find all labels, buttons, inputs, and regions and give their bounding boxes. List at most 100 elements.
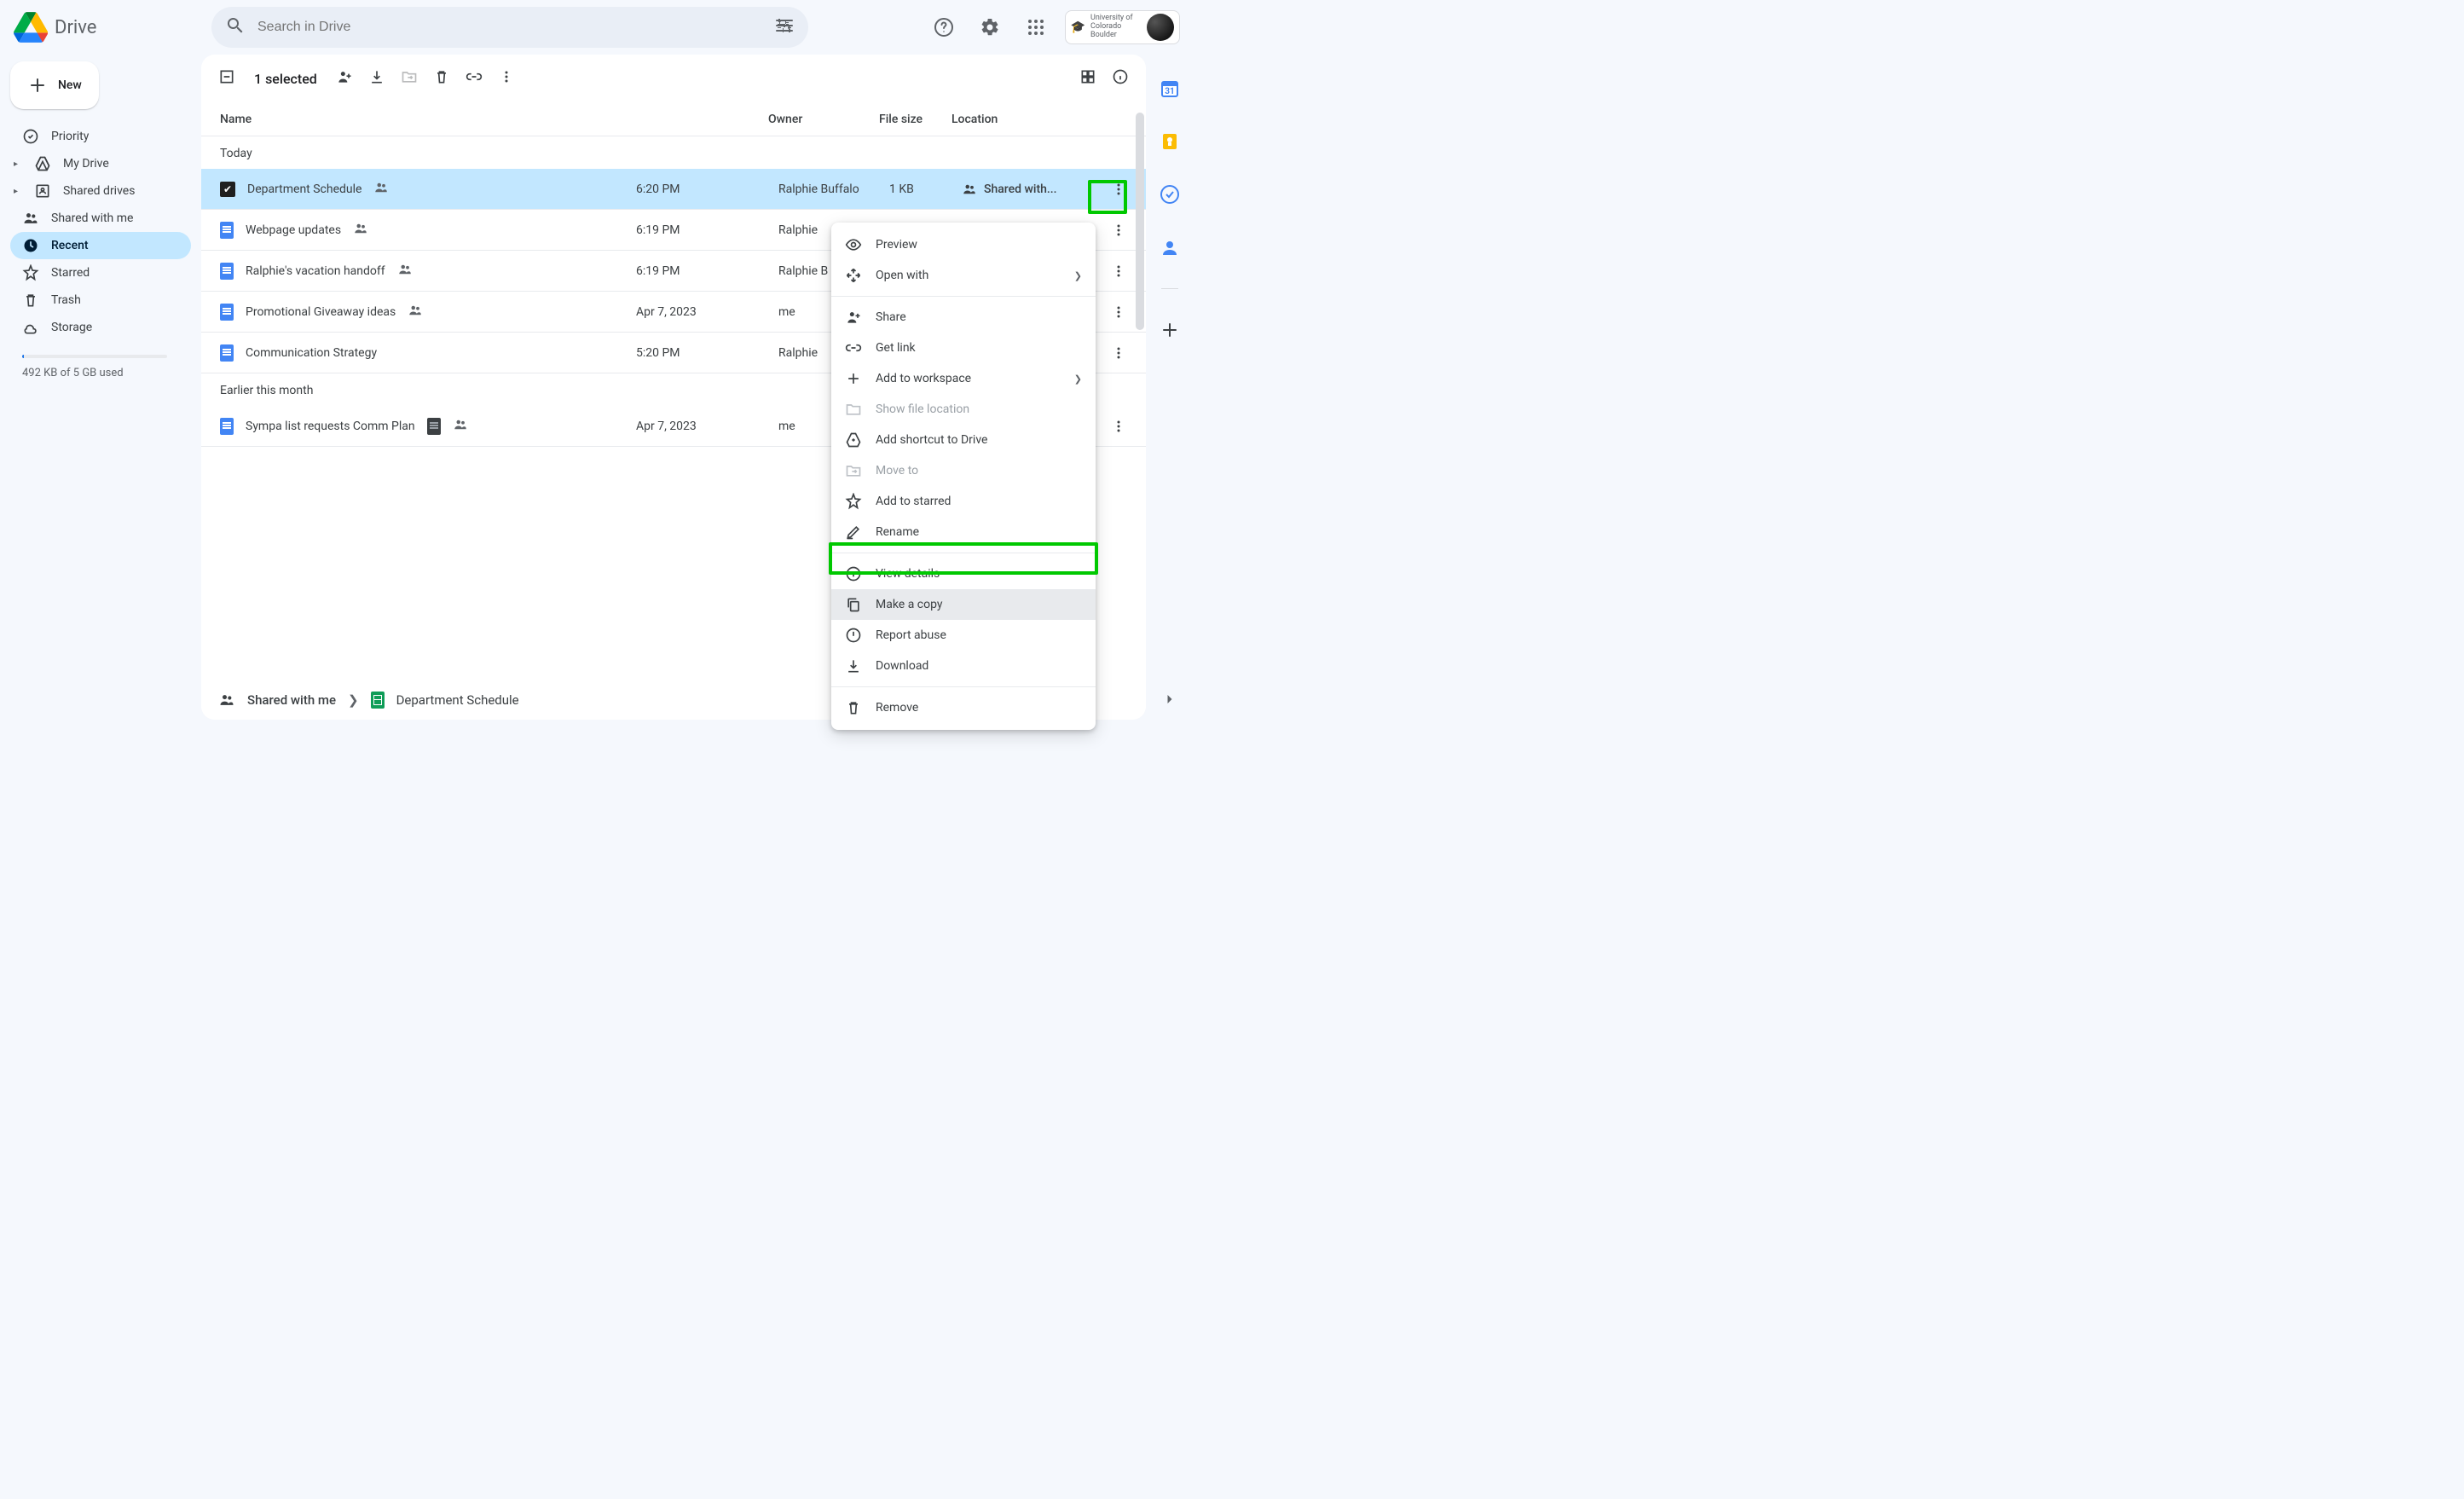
- nav-storage[interactable]: Storage: [10, 314, 191, 341]
- nav-label: Priority: [51, 130, 89, 143]
- cm-label: Add to starred: [876, 495, 951, 508]
- storage-text: 492 KB of 5 GB used: [22, 367, 191, 379]
- file-name: Department Schedule: [247, 182, 362, 196]
- caret-icon: ▸: [14, 187, 22, 196]
- col-name[interactable]: Name: [220, 113, 768, 126]
- nav-label: Shared drives: [63, 184, 135, 198]
- cm-add-shortcut[interactable]: Add shortcut to Drive: [831, 425, 1096, 455]
- row-more-button[interactable]: [1103, 411, 1134, 442]
- row-more-button[interactable]: [1103, 256, 1134, 286]
- account-avatar[interactable]: [1147, 14, 1174, 41]
- deselect-icon[interactable]: [218, 68, 235, 89]
- person-add-icon: [845, 309, 862, 326]
- new-button[interactable]: New: [10, 61, 99, 109]
- cm-download[interactable]: Download: [831, 651, 1096, 681]
- calendar-app-icon[interactable]: 31: [1153, 72, 1187, 106]
- row-more-button[interactable]: [1103, 174, 1134, 205]
- nav-my-drive[interactable]: ▸ My Drive: [10, 150, 191, 177]
- scrollbar-thumb[interactable]: [1136, 113, 1144, 330]
- contacts-app-icon[interactable]: [1153, 230, 1187, 264]
- link-icon[interactable]: [466, 68, 483, 89]
- nav-trash[interactable]: Trash: [10, 286, 191, 314]
- search-bar[interactable]: [211, 7, 808, 48]
- report-icon: [845, 627, 862, 644]
- file-modified-time: 5:20 PM: [636, 346, 680, 360]
- settings-gear-icon[interactable]: [973, 10, 1007, 44]
- col-location[interactable]: Location: [951, 113, 1088, 126]
- cm-move-to: Move to: [831, 455, 1096, 486]
- selection-toolbar: 1 selected: [201, 55, 1146, 102]
- share-person-icon[interactable]: [336, 68, 353, 89]
- shared-icon: [218, 692, 235, 709]
- cm-label: Get link: [876, 341, 916, 355]
- nav-shared-with-me[interactable]: Shared with me: [10, 205, 191, 232]
- move-icon[interactable]: [401, 68, 418, 89]
- svg-text:31: 31: [1165, 87, 1174, 96]
- row-more-button[interactable]: [1103, 215, 1134, 246]
- nav-shared-drives[interactable]: ▸ Shared drives: [10, 177, 191, 205]
- nav-priority[interactable]: Priority: [10, 123, 191, 150]
- side-panel: 31: [1146, 55, 1194, 726]
- chevron-right-icon: ❯: [348, 692, 359, 708]
- shared-icon: [408, 303, 423, 321]
- shared-icon: [453, 417, 468, 436]
- row-more-button[interactable]: [1103, 338, 1134, 368]
- nav-recent[interactable]: Recent: [10, 232, 191, 259]
- move-icon: [845, 462, 862, 479]
- keep-app-icon[interactable]: [1153, 124, 1187, 159]
- logo-area: Drive: [14, 12, 201, 43]
- new-button-label: New: [58, 78, 82, 92]
- cm-make-copy[interactable]: Make a copy: [831, 589, 1096, 620]
- app-name: Drive: [55, 17, 96, 38]
- apps-grid-icon[interactable]: [1019, 10, 1053, 44]
- file-name: Webpage updates: [246, 223, 341, 237]
- nav-label: Trash: [51, 293, 81, 307]
- help-icon[interactable]: [927, 10, 961, 44]
- cm-rename[interactable]: Rename: [831, 517, 1096, 547]
- cm-add-workspace[interactable]: Add to workspace❯: [831, 363, 1096, 394]
- cm-open-with[interactable]: Open with❯: [831, 260, 1096, 291]
- view-grid-icon[interactable]: [1079, 68, 1096, 89]
- add-app-icon[interactable]: [1153, 313, 1187, 347]
- cm-share[interactable]: Share: [831, 302, 1096, 333]
- file-modified-time: 6:20 PM: [636, 182, 680, 196]
- folder-icon: [845, 401, 862, 418]
- org-badge[interactable]: 🎓 University of Colorado Boulder: [1065, 10, 1180, 44]
- file-modified-time: 6:19 PM: [636, 223, 680, 237]
- cm-preview[interactable]: Preview: [831, 229, 1096, 260]
- shortcut-icon: [845, 431, 862, 449]
- cm-label: Show file location: [876, 402, 969, 416]
- download-icon[interactable]: [368, 68, 385, 89]
- file-row-selected[interactable]: ✔ Department Schedule Ralphie Buffalo 1 …: [201, 169, 1146, 210]
- side-panel-collapse-icon[interactable]: [1153, 682, 1187, 716]
- search-input[interactable]: [256, 19, 764, 36]
- checkbox-checked-icon[interactable]: ✔: [220, 182, 235, 197]
- nav-label: Storage: [51, 321, 92, 334]
- delete-icon[interactable]: [433, 68, 450, 89]
- context-menu: Preview Open with❯ Share Get link Add to…: [831, 223, 1096, 730]
- cm-label: Make a copy: [876, 598, 943, 611]
- breadcrumb-root[interactable]: Shared with me: [247, 692, 336, 708]
- cm-label: Report abuse: [876, 628, 946, 642]
- info-icon[interactable]: [1112, 68, 1129, 89]
- file-name: Promotional Giveaway ideas: [246, 305, 396, 319]
- cm-report-abuse[interactable]: Report abuse: [831, 620, 1096, 651]
- cm-add-starred[interactable]: Add to starred: [831, 486, 1096, 517]
- shared-icon: [397, 262, 413, 281]
- shared-icon: [353, 221, 368, 240]
- more-vert-icon[interactable]: [498, 68, 515, 89]
- shared-icon: [373, 180, 389, 199]
- cm-label: Move to: [876, 464, 918, 477]
- cm-get-link[interactable]: Get link: [831, 333, 1096, 363]
- download-icon: [845, 657, 862, 674]
- cm-remove[interactable]: Remove: [831, 692, 1096, 723]
- cm-label: Preview: [876, 238, 917, 252]
- sites-file-icon: [427, 418, 441, 435]
- tasks-app-icon[interactable]: [1153, 177, 1187, 211]
- col-owner[interactable]: Owner: [768, 113, 879, 126]
- row-more-button[interactable]: [1103, 297, 1134, 327]
- nav-starred[interactable]: Starred: [10, 259, 191, 286]
- search-options-icon[interactable]: [774, 15, 795, 39]
- cm-view-details[interactable]: View details: [831, 559, 1096, 589]
- col-size[interactable]: File size: [879, 113, 951, 126]
